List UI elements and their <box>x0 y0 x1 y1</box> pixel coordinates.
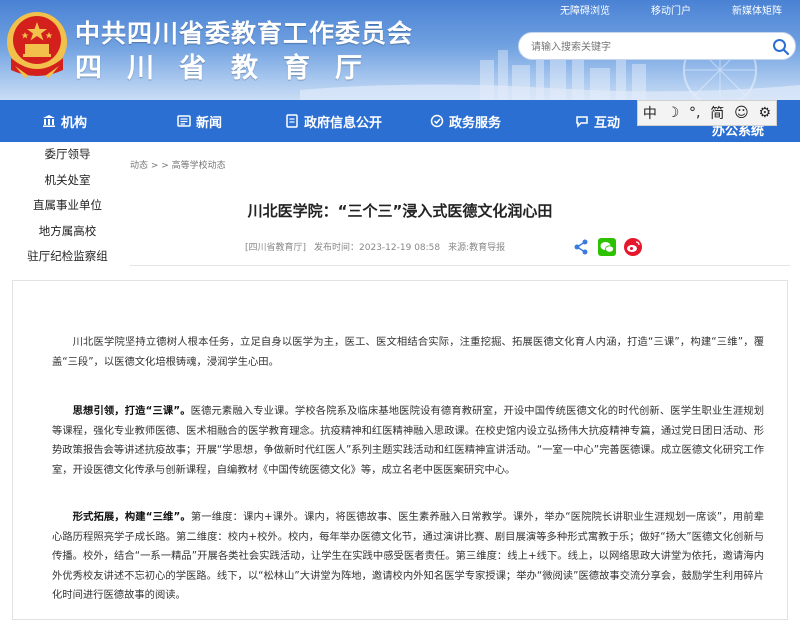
wechat-icon[interactable] <box>598 238 616 256</box>
site-title-line1: 中共四川省委教育工作委员会 <box>75 19 414 48</box>
simplified-chinese-toggle[interactable]: 简 <box>710 103 724 123</box>
face-icon[interactable]: ☺ <box>734 105 749 121</box>
header-divider <box>130 265 790 266</box>
news-icon <box>177 115 191 127</box>
building-icon <box>43 115 55 127</box>
side-item-discipline-group[interactable]: 驻厅纪检监察组 <box>15 244 120 270</box>
nav-item-gov-info[interactable]: 政府信息公开 <box>285 100 382 142</box>
article-meta: [四川省教育厅] 发布时间：2023-12-19 08:58 来源:教育导报 <box>245 240 505 253</box>
top-links: 无障碍浏览 移动门户 新媒体矩阵 <box>540 2 800 17</box>
nav-item-news[interactable]: 新闻 <box>177 100 222 142</box>
article-paragraph-3: 形式拓展，构建“三维”。第一维度：课内+课外。课内，将医德故事、医生素养融入日常… <box>52 511 764 601</box>
share-buttons <box>572 238 642 256</box>
side-item-local-universities[interactable]: 地方属高校 <box>15 219 120 245</box>
article-title: 川北医学院：“三个三”浸入式医德文化润心田 <box>247 202 553 220</box>
nav-label: 机构 <box>61 115 88 131</box>
article-paragraph-1: 川北医学院坚持立德树人根本任务，立足自身以医学为主，医工、医文相结合实际，注重挖… <box>52 336 764 368</box>
service-icon <box>430 114 444 128</box>
nav-item-services[interactable]: 政务服务 <box>430 100 501 142</box>
search-input[interactable] <box>529 37 763 57</box>
night-mode-icon[interactable]: ☽ <box>667 105 680 121</box>
article-origin: 来源:教育导报 <box>448 243 506 253</box>
font-size-icon[interactable]: °, <box>689 105 700 121</box>
side-item-departments[interactable]: 机关处室 <box>15 168 120 194</box>
new-media-link[interactable]: 新媒体矩阵 <box>714 2 800 17</box>
article-paragraph-2: 思想引领，打造“三课”。医德元素融入专业课。学校各院系及临床基地医院设有德育教研… <box>52 405 764 476</box>
publish-time: 发布时间：2023-12-19 08:58 <box>314 243 441 253</box>
accessibility-link[interactable]: 无障碍浏览 <box>542 2 628 17</box>
source-tag: [四川省教育厅] <box>245 243 307 253</box>
language-toggle[interactable]: 中 <box>643 103 657 123</box>
search-icon[interactable] <box>771 37 791 57</box>
paragraph-lead: 思想引领，打造“三课”。 <box>72 405 191 417</box>
nav-item-interaction[interactable]: 互动 <box>575 100 620 142</box>
nav-item-organization[interactable]: 机构 <box>42 100 87 142</box>
weibo-icon[interactable] <box>624 238 642 256</box>
nav-label: 政务服务 <box>449 115 502 131</box>
site-title-line2: 四川省教育厅 <box>75 53 387 84</box>
side-item-leaders[interactable]: 委厅领导 <box>15 142 120 168</box>
accessibility-toolbar: 中 ☽ °, 简 ☺ ⚙ <box>637 100 777 126</box>
search-box <box>518 32 796 60</box>
share-icon[interactable] <box>572 238 590 256</box>
nav-label: 互动 <box>594 115 621 131</box>
paragraph-lead: 形式拓展，构建“三维”。 <box>72 511 191 523</box>
nav-label: 新闻 <box>196 115 223 131</box>
nav-label: 政府信息公开 <box>304 115 383 131</box>
settings-icon[interactable]: ⚙ <box>759 105 772 121</box>
chat-icon <box>576 116 588 128</box>
document-icon <box>286 114 298 128</box>
mobile-portal-link[interactable]: 移动门户 <box>628 2 714 17</box>
national-emblem-icon <box>7 12 67 78</box>
breadcrumb[interactable]: 动态 > > 高等学校动态 <box>130 158 226 171</box>
site-header: 无障碍浏览 移动门户 新媒体矩阵 中共四川省委教育工作委员会 四川省教育厅 <box>0 0 800 100</box>
